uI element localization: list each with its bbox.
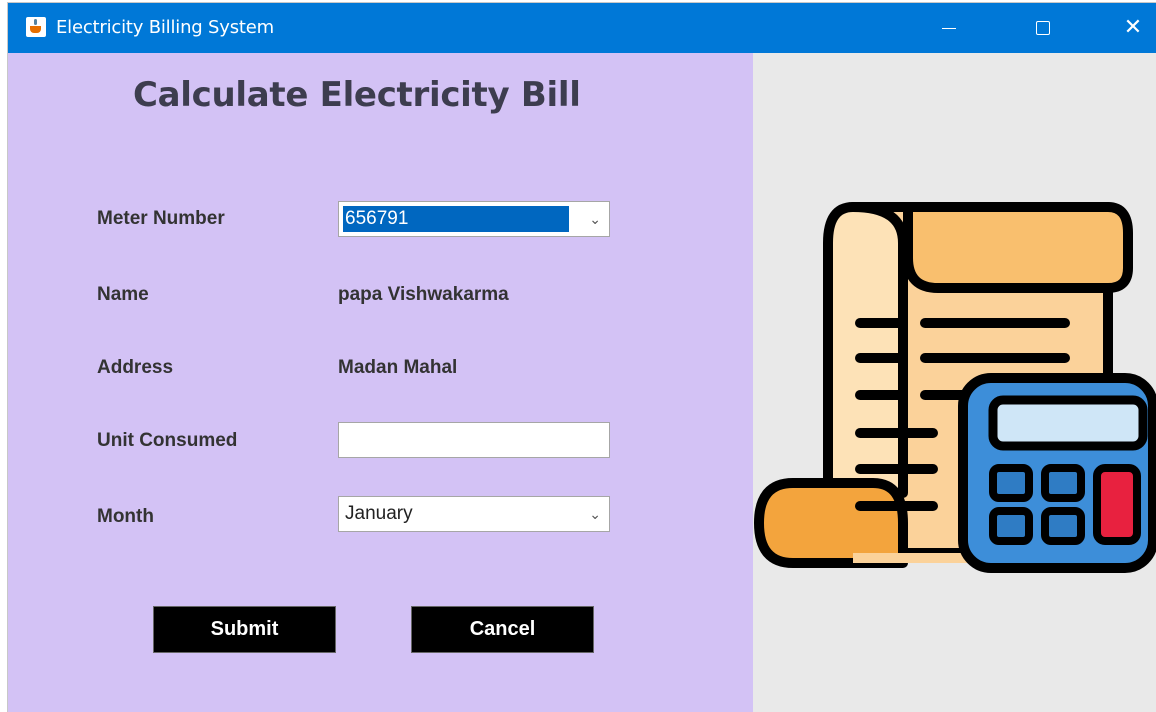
form-panel: Calculate Electricity Bill Meter Number … [8, 53, 753, 712]
window-title: Electricity Billing System [56, 17, 274, 38]
unit-consumed-label: Unit Consumed [97, 430, 238, 451]
unit-consumed-input[interactable] [338, 422, 610, 458]
minimize-icon [942, 27, 956, 29]
cancel-button[interactable]: Cancel [411, 606, 594, 653]
name-value: papa Vishwakarma [338, 284, 509, 305]
minimize-button[interactable] [926, 3, 972, 53]
java-cup-icon [26, 17, 46, 37]
close-button[interactable]: ✕ [1110, 3, 1156, 53]
month-value: January [345, 503, 413, 524]
meter-number-value: 656791 [343, 206, 569, 232]
maximize-button[interactable] [1020, 3, 1066, 53]
name-label: Name [97, 284, 149, 305]
meter-number-label: Meter Number [97, 208, 225, 229]
page-title: Calculate Electricity Bill [133, 75, 581, 115]
address-label: Address [97, 357, 174, 378]
chevron-down-icon: ⌄ [589, 212, 601, 228]
bill-calculator-icon [754, 202, 1156, 573]
title-bar[interactable]: Electricity Billing System ✕ [8, 3, 1156, 53]
meter-number-select[interactable]: 656791 ⌄ [338, 201, 610, 237]
submit-button[interactable]: Submit [153, 606, 336, 653]
close-icon: ✕ [1123, 15, 1143, 40]
month-select[interactable]: January ⌄ [338, 496, 610, 532]
maximize-icon [1036, 21, 1050, 35]
illustration-panel [753, 53, 1156, 712]
address-value: Madan Mahal [338, 357, 458, 378]
app-window: Electricity Billing System ✕ Calculate E… [8, 3, 1156, 712]
month-label: Month [97, 506, 154, 527]
chevron-down-icon: ⌄ [589, 507, 601, 523]
